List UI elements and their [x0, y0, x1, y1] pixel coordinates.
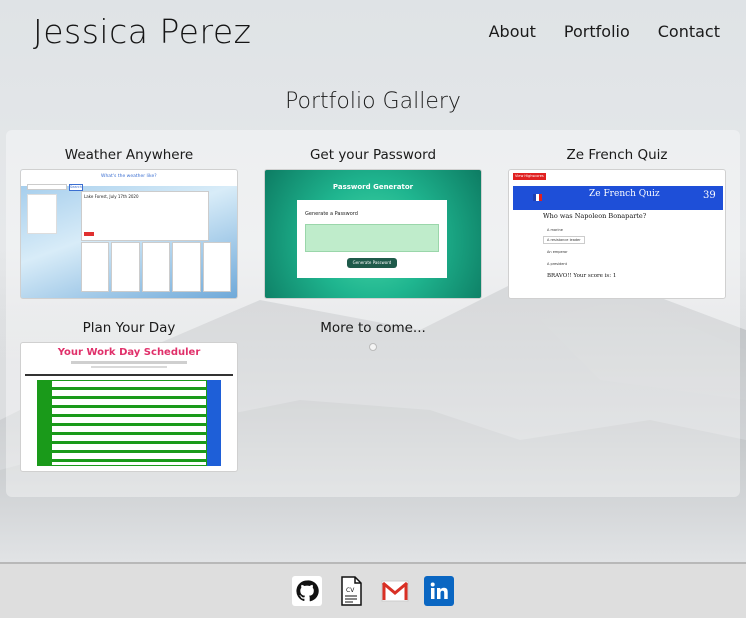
project-thumbnail-quiz[interactable]: View Highscores Ze French Quiz 39 Who wa…: [508, 169, 726, 299]
cv-icon[interactable]: CV: [336, 576, 366, 606]
quiz-feedback: BRAVO!! Your score is: 1: [547, 273, 617, 279]
scheduler-heading: Your Work Day Scheduler: [57, 347, 201, 358]
project-thumbnail-password[interactable]: Password Generator Generate a Password G…: [264, 169, 482, 299]
quiz-banner: Ze French Quiz: [589, 189, 660, 199]
project-title: Weather Anywhere: [64, 147, 194, 163]
gmail-icon[interactable]: [380, 576, 410, 606]
nav-contact[interactable]: Contact: [658, 22, 720, 41]
project-card-quiz: Ze French Quiz View Highscores Ze French…: [508, 147, 726, 299]
nav-portfolio[interactable]: Portfolio: [564, 22, 630, 41]
quiz-answer: A marine: [547, 228, 563, 232]
quiz-answer: A resistance leader: [543, 236, 585, 244]
project-title: Ze French Quiz: [566, 147, 668, 163]
quiz-timer: 39: [703, 190, 716, 201]
project-card-password: Get your Password Password Generator Gen…: [264, 147, 482, 299]
quiz-answer: An emperor: [547, 250, 568, 254]
svg-text:CV: CV: [346, 587, 355, 594]
nav-about[interactable]: About: [489, 22, 536, 41]
site-footer: CV: [0, 562, 746, 618]
brand-name[interactable]: Jessica Perez: [33, 12, 251, 51]
quiz-answer: A president: [547, 262, 568, 266]
quiz-question: Who was Napoleon Bonaparte?: [543, 212, 647, 220]
project-title: Get your Password: [309, 147, 437, 163]
weather-heading: What's the weather like?: [101, 174, 157, 179]
more-to-come: More to come...: [264, 320, 482, 351]
github-icon[interactable]: [292, 576, 322, 606]
project-title: Plan Your Day: [82, 320, 176, 336]
linkedin-icon[interactable]: [424, 576, 454, 606]
main-nav: About Portfolio Contact: [489, 22, 720, 41]
project-thumbnail-weather[interactable]: What's the weather like? Search Lake For…: [20, 169, 238, 299]
password-subheading: Generate a Password: [305, 211, 358, 217]
project-card-weather: Weather Anywhere What's the weather like…: [20, 147, 238, 299]
project-thumbnail-scheduler[interactable]: Your Work Day Scheduler: [20, 342, 238, 472]
password-heading: Password Generator: [332, 183, 414, 191]
placeholder-dot: [369, 343, 377, 351]
french-flag-icon: [533, 194, 542, 201]
project-card-scheduler: Plan Your Day Your Work Day Scheduler: [20, 320, 238, 472]
password-generate-button: Generate Password: [347, 258, 397, 268]
weather-search-button: Search: [69, 184, 83, 191]
placeholder-label: More to come...: [320, 320, 426, 336]
gallery-title: Portfolio Gallery: [285, 89, 461, 114]
site-header: Jessica Perez About Portfolio Contact: [0, 0, 746, 70]
quiz-highscores-badge: View Highscores: [513, 173, 546, 180]
weather-city-date: Lake Forest, July 17th 2020: [84, 194, 139, 199]
